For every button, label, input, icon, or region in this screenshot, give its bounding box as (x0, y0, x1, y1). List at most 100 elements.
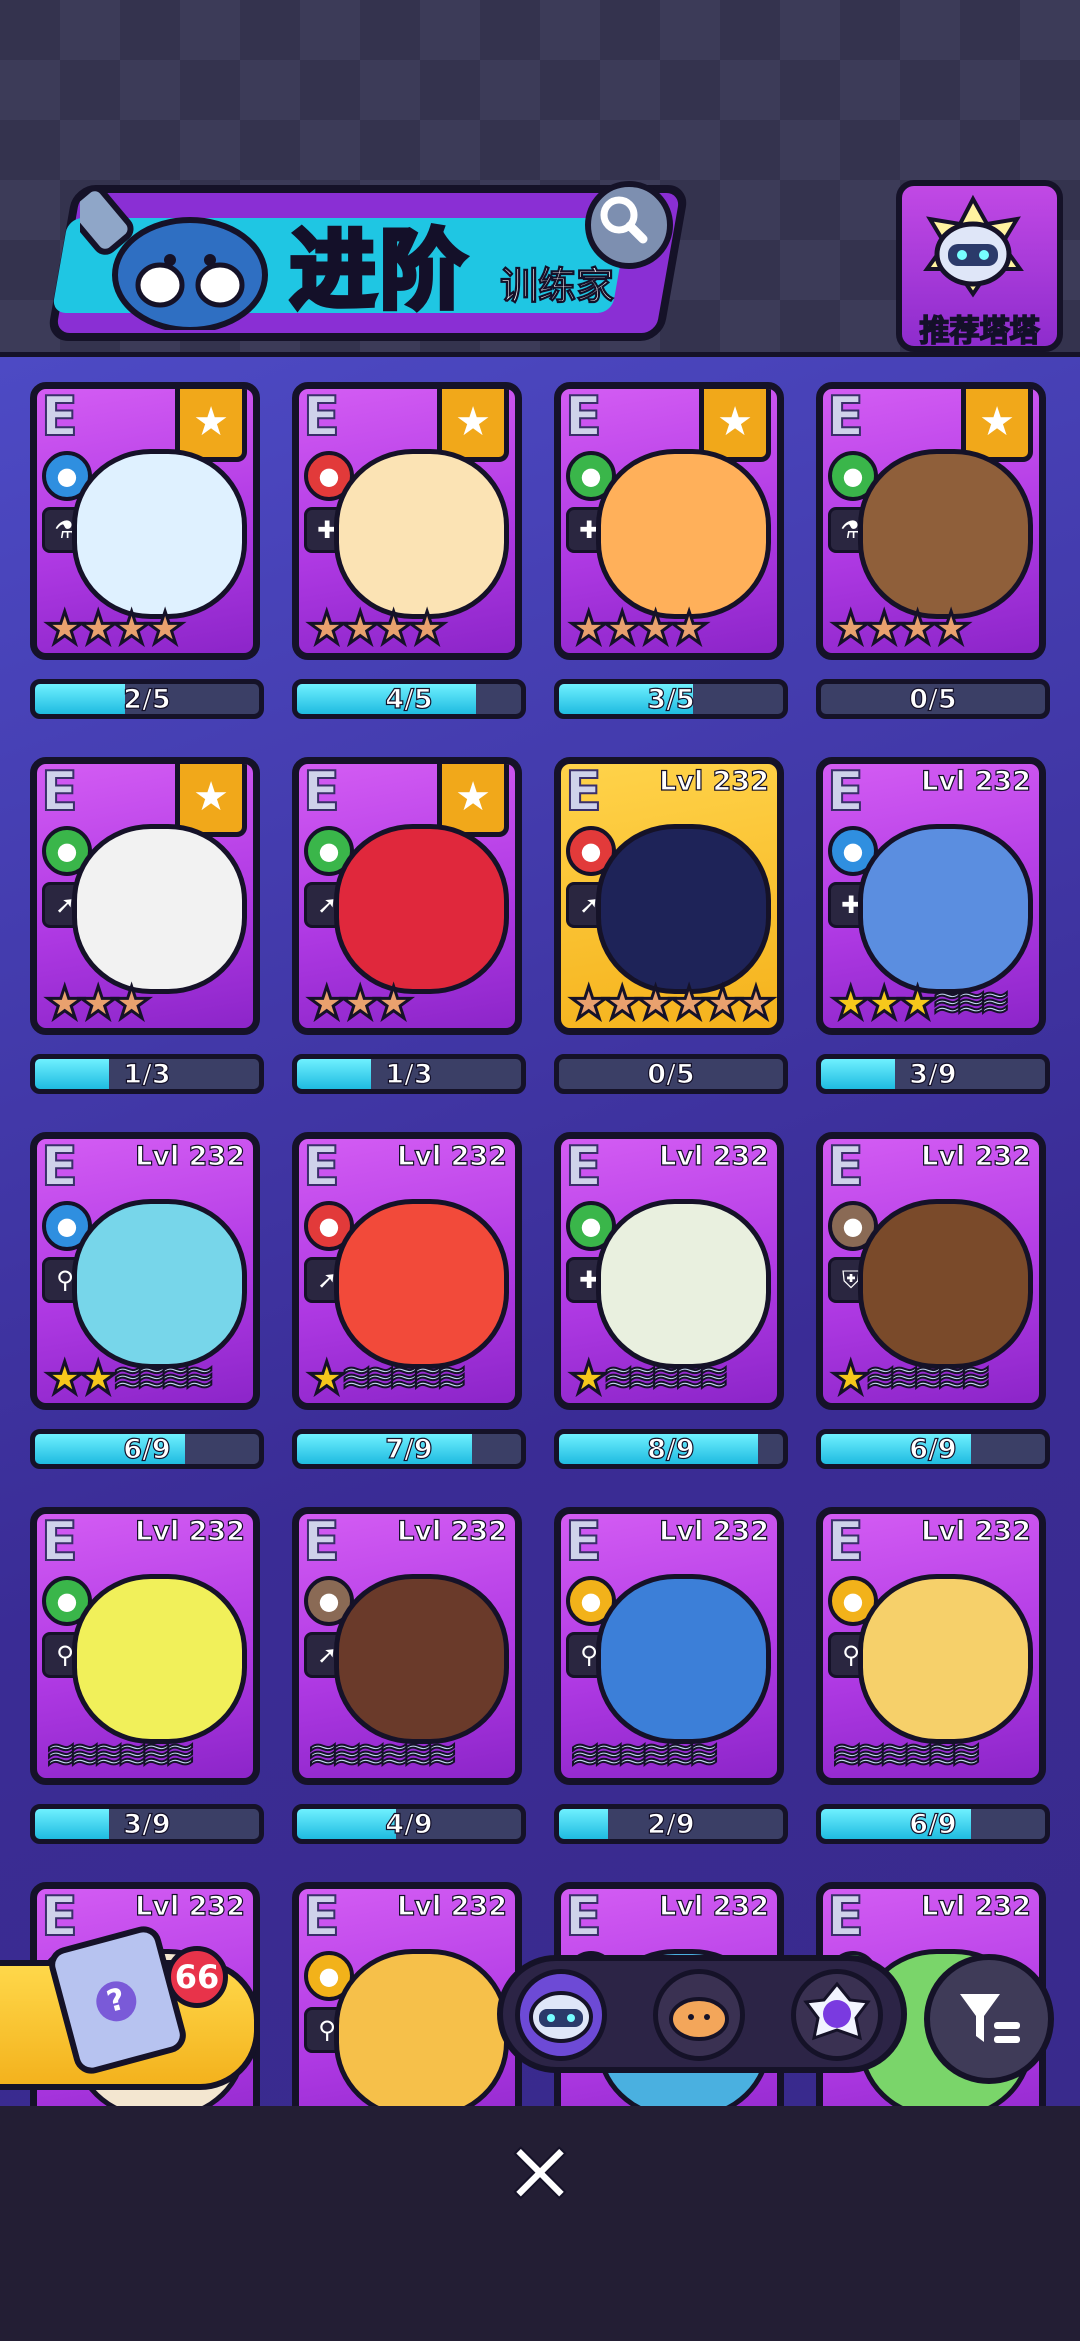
rank-letter: E (564, 1885, 603, 1949)
progress-text: 6/9 (909, 1434, 958, 1465)
level-label: Lvl 232 (659, 1515, 770, 1547)
level-label: Lvl 232 (397, 1890, 508, 1922)
creature-card[interactable]: E Lvl 232 ● ⚲ ★ ★ ≋ ≋ ≋ ≋ (30, 1132, 260, 1410)
creature-card[interactable]: E Lvl 232 ● ⚲ ≋ ≋ ≋ ≋ ≋ ≋ (30, 1507, 260, 1785)
wave-icon: ≋ (959, 1355, 993, 1399)
creature-card[interactable]: E Lvl 232 ● ⛨ ★ ≋ ≋ ≋ ≋ ≋ (816, 1132, 1046, 1410)
filter-icon (960, 1994, 1020, 2043)
creature-portrait (334, 1949, 509, 2119)
tab-crystal-cat[interactable] (791, 1969, 883, 2061)
rank-letter: E (826, 385, 865, 449)
filter-button[interactable] (924, 1954, 1054, 2084)
creature-card[interactable]: E ★ ● ✚ ★ ★ ★ ★ (554, 382, 784, 660)
crystal-cat-tab-icon (803, 1981, 871, 2041)
progress-text: 6/9 (123, 1434, 172, 1465)
shard-progress-bar: 1/3 (292, 1054, 526, 1094)
creature-card[interactable]: E Lvl 232 ● ➚ ★ ★ ★ ★ ★ ★ (554, 757, 784, 1035)
level-label: Lvl 232 (921, 1515, 1032, 1547)
creature-card[interactable]: E Lvl 232 ● ✚ ★ ★ ★ ≋ ≋ ≋ (816, 757, 1046, 1035)
star-rating: ★ ★ ★ (305, 980, 414, 1027)
creature-card[interactable]: E ★ ● ➚ ★ ★ ★ (292, 757, 522, 1035)
creature-card[interactable]: E Lvl 232 ● ⚲ ≋ ≋ ≋ ≋ ≋ ≋ (816, 1507, 1046, 1785)
creature-portrait (72, 1574, 247, 1744)
wave-icon: ≋ (697, 1355, 731, 1399)
creature-portrait (596, 824, 771, 994)
rank-letter: E (40, 1135, 79, 1199)
wave-icon: ≋ (978, 980, 1012, 1024)
robot-cat-icon (923, 194, 1024, 298)
star-rating: ★ ★ ★ ★ (567, 605, 710, 652)
hamster-tab-icon (669, 1997, 729, 2041)
star-icon: ★ (144, 603, 186, 654)
star-rating: ★ ★ ★ ★ (305, 605, 448, 652)
rank-letter: E (40, 1510, 79, 1574)
level-label: Lvl 232 (659, 1140, 770, 1172)
shard-progress-bar: 4/5 (292, 679, 526, 719)
category-dock (497, 1955, 907, 2073)
creature-portrait (72, 1199, 247, 1369)
creature-portrait (72, 824, 247, 994)
star-rating: ★ ≋ ≋ ≋ ≋ ≋ (829, 1355, 992, 1402)
rank-letter: E (302, 1510, 341, 1574)
creature-card[interactable]: E ★ ● ✚ ★ ★ ★ ★ (292, 382, 522, 660)
star-rating: ★ ★ ★ ★ ★ ★ (567, 980, 777, 1027)
shard-progress-bar: 6/9 (30, 1429, 264, 1469)
creature-portrait (596, 449, 771, 619)
creature-portrait (596, 1574, 771, 1744)
progress-text: 6/9 (909, 1809, 958, 1840)
star-rating: ≋ ≋ ≋ ≋ ≋ ≋ (44, 1732, 197, 1776)
star-rating: ★ ★ ★ (43, 980, 152, 1027)
mascot-dog-icon (80, 190, 268, 330)
progress-text: 0/5 (647, 1059, 696, 1090)
shard-progress-bar: 3/9 (30, 1804, 264, 1844)
recommend-button[interactable]: 推荐塔塔 (896, 180, 1063, 352)
creature-card[interactable]: E Lvl 232 ● ✚ ★ ≋ ≋ ≋ ≋ ≋ (554, 1132, 784, 1410)
gift-count-badge: 66 (166, 1946, 228, 2008)
progress-text: 2/5 (123, 684, 172, 715)
creature-portrait (858, 1574, 1033, 1744)
star-icon: ★ (930, 603, 972, 654)
star-rating: ★ ★ ★ ★ (43, 605, 186, 652)
page-title: 进阶 (288, 219, 470, 324)
level-label: Lvl 232 (397, 1140, 508, 1172)
creature-card[interactable]: E ★ ● ⚗ ★ ★ ★ ★ (30, 382, 260, 660)
star-rating: ★ ≋ ≋ ≋ ≋ ≋ (567, 1355, 730, 1402)
wave-icon: ≋ (163, 1732, 197, 1777)
creature-card[interactable]: E Lvl 232 ● ➚ ★ ≋ ≋ ≋ ≋ ≋ (292, 1132, 522, 1410)
tab-hamster[interactable] (653, 1969, 745, 2061)
creature-portrait (858, 824, 1033, 994)
wave-icon: ≋ (425, 1732, 459, 1777)
creature-card[interactable]: E ★ ● ➚ ★ ★ ★ (30, 757, 260, 1035)
progress-text: 4/5 (385, 684, 434, 715)
creature-card[interactable]: E ★ ● ⚗ ★ ★ ★ ★ (816, 382, 1046, 660)
progress-text: 1/3 (123, 1059, 172, 1090)
shard-progress-bar: 4/9 (292, 1804, 526, 1844)
rank-letter: E (826, 1135, 865, 1199)
rank-letter: E (564, 1510, 603, 1574)
level-label: Lvl 232 (921, 765, 1032, 797)
creature-card[interactable]: E Lvl 232 ● ➚ ≋ ≋ ≋ ≋ ≋ ≋ (292, 1507, 522, 1785)
page-subtitle: 训练家 (499, 264, 615, 309)
star-icon: ★ (668, 603, 710, 654)
close-button[interactable]: ✕ (500, 2131, 580, 2219)
star-rating: ★ ★ ≋ ≋ ≋ ≋ (43, 1355, 216, 1402)
search-button[interactable] (585, 181, 673, 269)
shard-progress-bar: 6/9 (816, 1429, 1050, 1469)
progress-text: 3/9 (123, 1809, 172, 1840)
creature-card[interactable]: E Lvl 232 ● ⚲ ≋ ≋ ≋ ≋ ≋ ≋ (554, 1507, 784, 1785)
progress-text: 7/9 (385, 1434, 434, 1465)
shard-progress-bar: 3/9 (816, 1054, 1050, 1094)
rank-letter: E (302, 1885, 341, 1949)
creature-portrait (334, 1199, 509, 1369)
progress-text: 3/9 (909, 1059, 958, 1090)
tab-robot-cat[interactable] (515, 1969, 607, 2061)
rank-letter: E (826, 1510, 865, 1574)
progress-text: 8/9 (647, 1434, 696, 1465)
shard-progress-bar: 0/5 (554, 1054, 788, 1094)
level-label: Lvl 232 (135, 1140, 246, 1172)
star-rating: ≋ ≋ ≋ ≋ ≋ ≋ (568, 1732, 721, 1776)
rank-letter: E (564, 385, 603, 449)
wave-icon: ≋ (435, 1355, 469, 1399)
rank-letter: E (826, 760, 865, 824)
page-banner: 进阶 训练家 (20, 180, 690, 341)
